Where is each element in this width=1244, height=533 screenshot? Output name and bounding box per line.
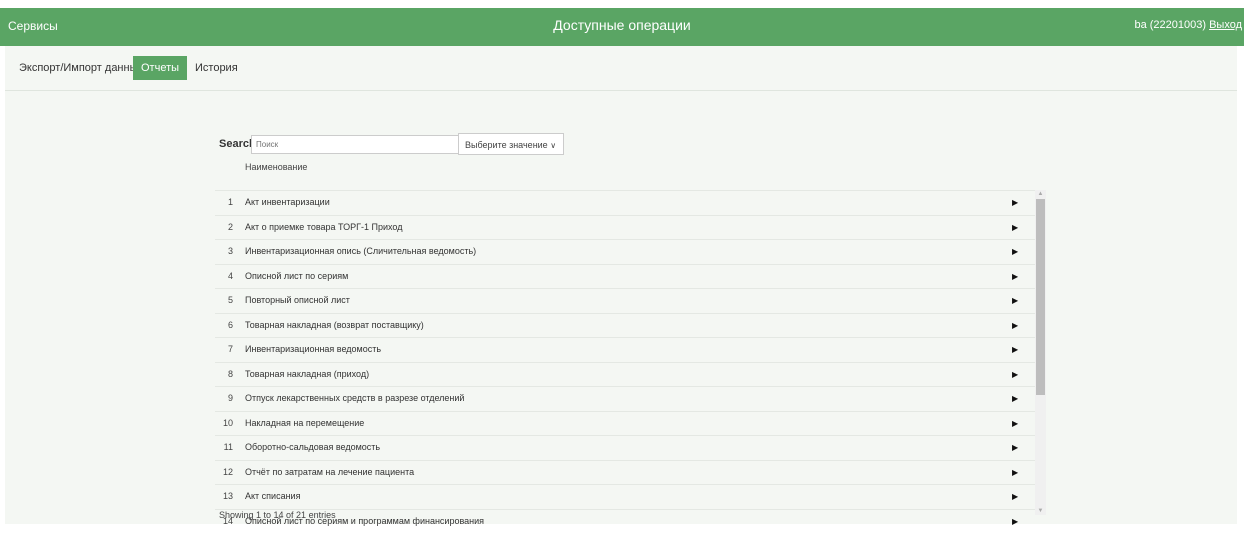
row-number: 5	[215, 289, 233, 312]
row-number: 9	[215, 387, 233, 410]
row-number: 1	[215, 191, 233, 214]
search-input[interactable]	[251, 135, 464, 154]
table-scrollbar[interactable]: ▲ ▼	[1035, 190, 1046, 515]
play-arrow-icon[interactable]: ▶	[1012, 485, 1018, 508]
row-number: 8	[215, 363, 233, 386]
table-row[interactable]: 1 Акт инвентаризации ▶	[215, 190, 1035, 215]
table-row[interactable]: 12 Отчёт по затратам на лечение пациента…	[215, 460, 1035, 485]
row-number: 10	[215, 412, 233, 435]
play-arrow-icon[interactable]: ▶	[1012, 387, 1018, 410]
scroll-up-icon[interactable]: ▲	[1035, 190, 1046, 198]
row-name: Товарная накладная (возврат поставщику)	[245, 314, 424, 337]
row-number: 7	[215, 338, 233, 361]
value-select-label: Выберите значение	[465, 140, 548, 150]
row-number: 13	[215, 485, 233, 508]
table-row[interactable]: 7 Инвентаризационная ведомость ▶	[215, 337, 1035, 362]
table-row[interactable]: 3 Инвентаризационная опись (Сличительная…	[215, 239, 1035, 264]
row-name: Инвентаризационная опись (Сличительная в…	[245, 240, 476, 263]
table-row[interactable]: 11 Оборотно-сальдовая ведомость ▶	[215, 435, 1035, 460]
table-row[interactable]: 13 Акт списания ▶	[215, 484, 1035, 509]
play-arrow-icon[interactable]: ▶	[1012, 314, 1018, 337]
row-number: 12	[215, 461, 233, 484]
page-title: Доступные операции	[0, 17, 1244, 33]
table-row[interactable]: 9 Отпуск лекарственных средств в разрезе…	[215, 386, 1035, 411]
row-number: 2	[215, 216, 233, 239]
user-info: ba (22201003) Выход	[1134, 19, 1242, 31]
table-row[interactable]: 8 Товарная накладная (приход) ▶	[215, 362, 1035, 387]
column-header-name: Наименование	[245, 162, 307, 172]
row-name: Акт списания	[245, 485, 300, 508]
play-arrow-icon[interactable]: ▶	[1012, 289, 1018, 312]
tab-reports[interactable]: Отчеты	[133, 56, 187, 80]
chevron-down-icon: ∨	[550, 141, 556, 150]
row-number: 6	[215, 314, 233, 337]
scrollbar-thumb[interactable]	[1036, 199, 1045, 395]
row-number: 4	[215, 265, 233, 288]
tab-bar: Экспорт/Импорт данных Отчеты История	[5, 46, 1237, 91]
value-select[interactable]: Выберите значение ∨	[458, 133, 564, 155]
table-row[interactable]: 4 Описной лист по сериям ▶	[215, 264, 1035, 289]
play-arrow-icon[interactable]: ▶	[1012, 412, 1018, 435]
table-row[interactable]: 10 Накладная на перемещение ▶	[215, 411, 1035, 436]
play-arrow-icon[interactable]: ▶	[1012, 363, 1018, 386]
table-row[interactable]: 6 Товарная накладная (возврат поставщику…	[215, 313, 1035, 338]
tab-export-import[interactable]: Экспорт/Импорт данных	[11, 56, 151, 80]
row-name: Акт о приемке товара ТОРГ-1 Приход	[245, 216, 402, 239]
play-arrow-icon[interactable]: ▶	[1012, 216, 1018, 239]
table-row[interactable]: 5 Повторный описной лист ▶	[215, 288, 1035, 313]
reports-table: 1 Акт инвентаризации ▶ 2 Акт о приемке т…	[215, 190, 1035, 533]
logout-link[interactable]: Выход	[1209, 19, 1242, 31]
row-number: 3	[215, 240, 233, 263]
tab-history[interactable]: История	[187, 56, 246, 80]
entries-info: Showing 1 to 14 of 21 entries	[219, 510, 336, 520]
play-arrow-icon[interactable]: ▶	[1012, 191, 1018, 214]
play-arrow-icon[interactable]: ▶	[1012, 240, 1018, 263]
main-content: Экспорт/Импорт данных Отчеты История Sea…	[5, 46, 1237, 524]
row-name: Инвентаризационная ведомость	[245, 338, 381, 361]
row-name: Накладная на перемещение	[245, 412, 364, 435]
play-arrow-icon[interactable]: ▶	[1012, 338, 1018, 361]
row-name: Оборотно-сальдовая ведомость	[245, 436, 380, 459]
row-name: Описной лист по сериям	[245, 265, 348, 288]
play-arrow-icon[interactable]: ▶	[1012, 436, 1018, 459]
row-name: Товарная накладная (приход)	[245, 363, 369, 386]
play-arrow-icon[interactable]: ▶	[1012, 510, 1018, 533]
row-name: Отчёт по затратам на лечение пациента	[245, 461, 414, 484]
play-arrow-icon[interactable]: ▶	[1012, 265, 1018, 288]
row-name: Акт инвентаризации	[245, 191, 330, 214]
row-number: 11	[215, 436, 233, 459]
username: ba (22201003)	[1134, 19, 1206, 31]
row-name: Повторный описной лист	[245, 289, 350, 312]
scroll-down-icon[interactable]: ▼	[1035, 507, 1046, 515]
play-arrow-icon[interactable]: ▶	[1012, 461, 1018, 484]
table-row[interactable]: 14 Описной лист по сериям и программам ф…	[215, 509, 1035, 533]
row-name: Отпуск лекарственных средств в разрезе о…	[245, 387, 464, 410]
top-bar: Сервисы Доступные операции ba (22201003)…	[0, 8, 1244, 46]
table-row[interactable]: 2 Акт о приемке товара ТОРГ-1 Приход ▶	[215, 215, 1035, 240]
